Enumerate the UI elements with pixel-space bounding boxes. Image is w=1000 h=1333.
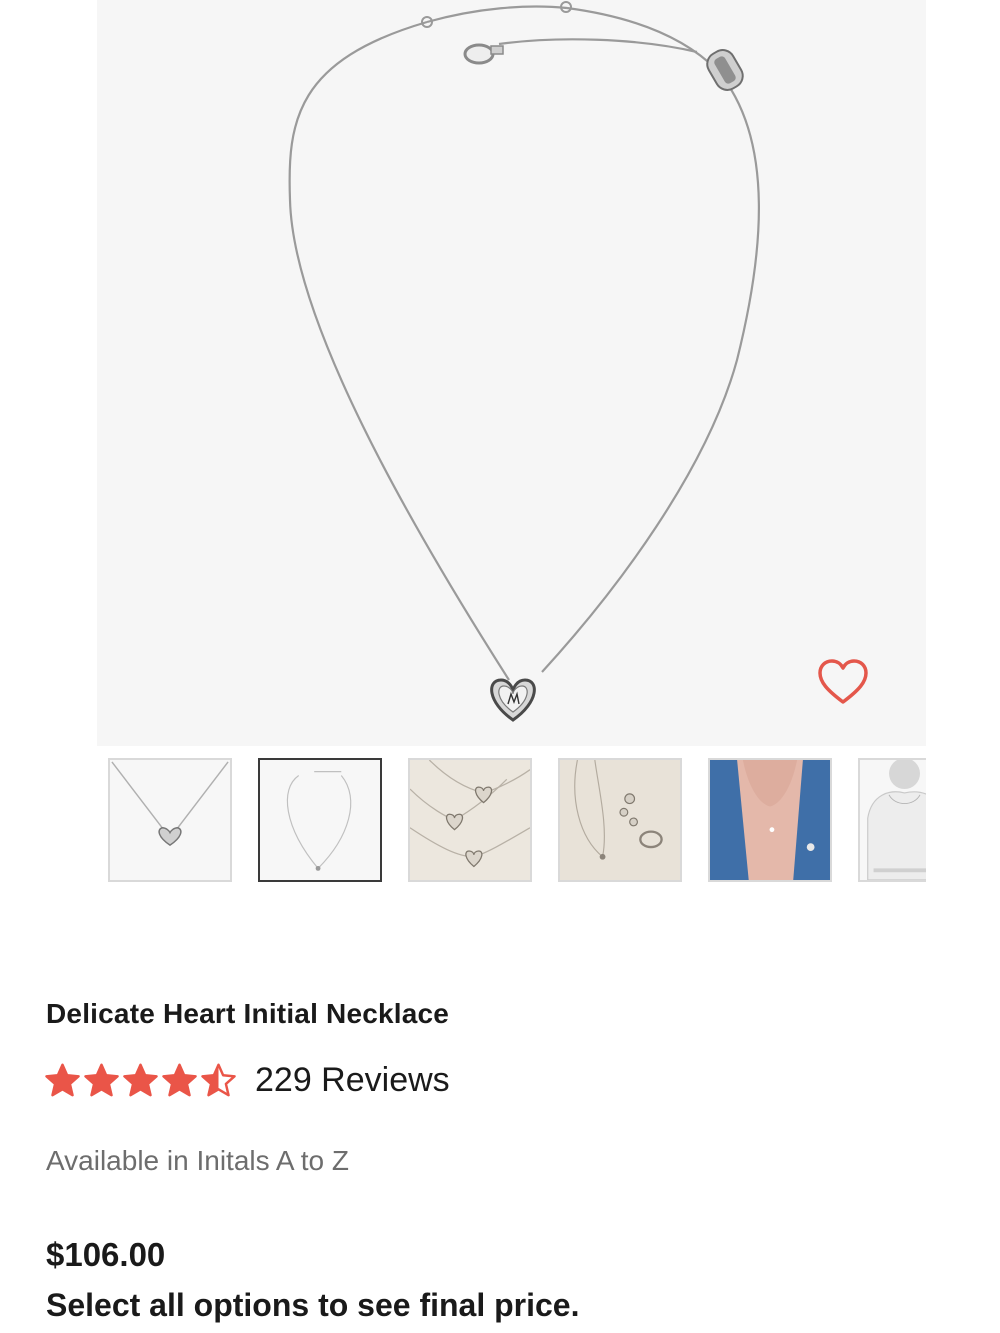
star-full-icon [162, 1063, 197, 1096]
necklace-image [288, 1, 760, 722]
reviews-link[interactable]: 229 Reviews [255, 1061, 450, 1100]
thumbnail-heart-pendant-closeup[interactable] [108, 758, 232, 882]
star-full-icon [84, 1063, 119, 1096]
star-full-icon [45, 1063, 80, 1096]
availability-text: Available in Initals A to Z [46, 1145, 349, 1176]
thumbnail-model-wearing-necklace[interactable] [708, 758, 832, 882]
star-full-icon [123, 1063, 158, 1096]
thumbnail-full-necklace-view[interactable] [258, 758, 382, 882]
product-rating[interactable]: 229 Reviews [44, 1058, 450, 1102]
rating-stars [44, 1062, 237, 1099]
price-note: Select all options to see final price. [46, 1287, 580, 1323]
thumbnail-necklace-charms-and-ring[interactable] [558, 758, 682, 882]
product-main-image[interactable] [97, 0, 926, 746]
product-title: Delicate Heart Initial Necklace [46, 998, 450, 1029]
thumbnail-size-guide-figure[interactable] [858, 758, 926, 882]
thumbnail-multiple-heart-pendants[interactable] [408, 758, 532, 882]
thumbnail-strip [108, 758, 926, 886]
wishlist-heart-icon[interactable] [817, 658, 869, 706]
star-half-icon [201, 1063, 236, 1096]
product-price: $106.00 [46, 1236, 166, 1273]
